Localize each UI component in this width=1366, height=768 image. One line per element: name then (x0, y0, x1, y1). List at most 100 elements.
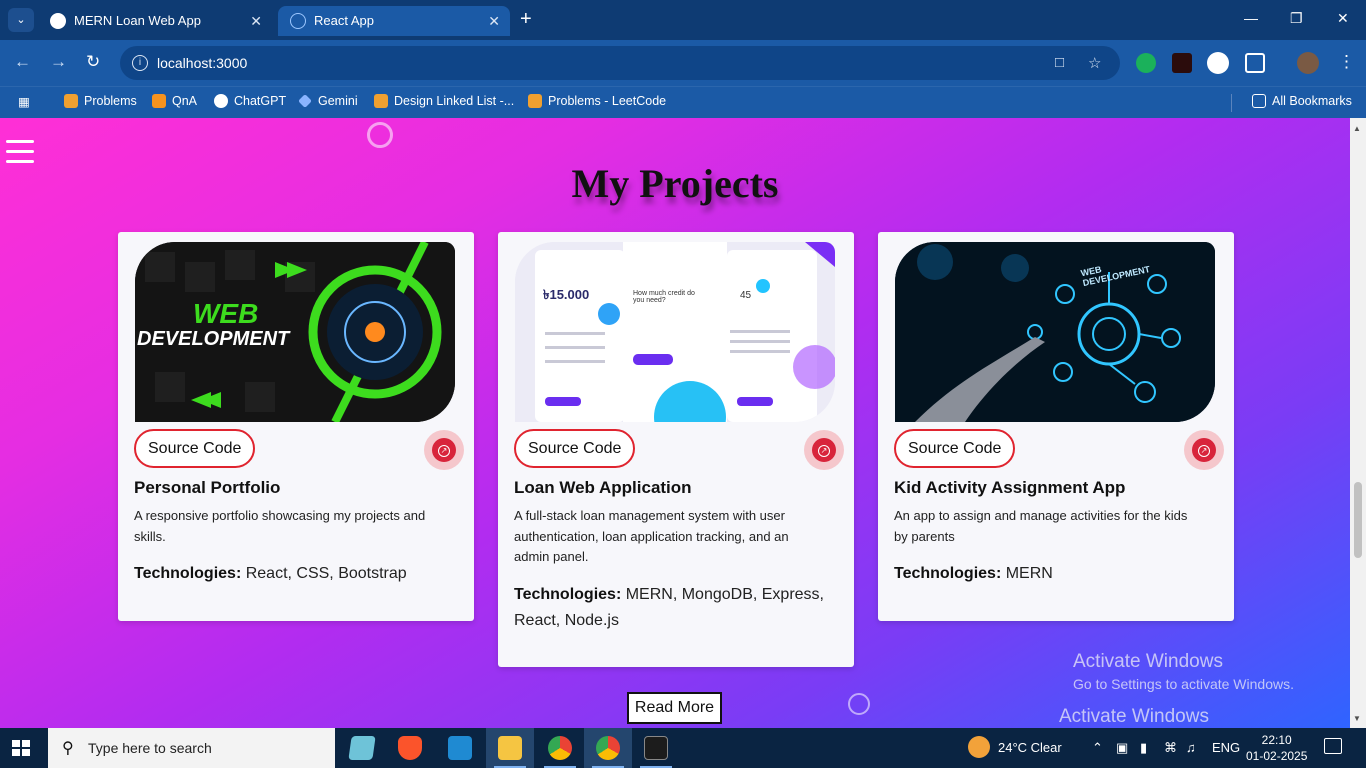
scrollbar-thumb[interactable] (1354, 482, 1362, 558)
activate-windows-watermark-sub: Go to Settings to activate Windows. (1073, 676, 1294, 692)
read-more-button[interactable]: Read More (627, 692, 722, 724)
project-description: An app to assign and manage activities f… (894, 508, 1188, 544)
site-info-icon[interactable]: i (132, 55, 148, 71)
extension-ai-icon[interactable] (1172, 53, 1192, 73)
image-caption: 45 (740, 290, 752, 301)
vscode-icon (448, 736, 472, 760)
search-icon: ⚲ (62, 740, 74, 757)
open-link-button[interactable]: ↗ (804, 430, 844, 470)
chrome-icon (548, 736, 572, 760)
url-text[interactable]: localhost:3000 (157, 55, 247, 71)
taskbar-app-brave[interactable] (386, 728, 434, 768)
github-favicon-icon (50, 13, 66, 29)
bookmark-chatgpt[interactable]: ChatGPT (214, 94, 286, 108)
clock-date: 01-02-2025 (1246, 749, 1308, 763)
taskbar-app-files[interactable] (338, 728, 386, 768)
image-caption: DEVELOPMENT (137, 328, 290, 350)
folder-icon (498, 736, 522, 760)
scroll-up-arrow-icon[interactable]: ▲ (1353, 124, 1361, 133)
app-icon (348, 736, 376, 760)
project-card-kid-activity: WEB DEVELOPMENT Source Code ↗ Kid Activi… (878, 232, 1234, 621)
leetcode-icon (528, 94, 542, 108)
browser-tab-bar: ⌄ MERN Loan Web App ✕ React App ✕ + — ❐ … (0, 0, 1366, 40)
clock-time: 22:10 (1261, 733, 1292, 747)
bookmark-problems[interactable]: Problems (64, 94, 137, 108)
gemini-icon (298, 94, 312, 108)
project-title: Loan Web Application (514, 478, 692, 497)
project-card-portfolio: WEB DEVELOPMENT Source Code ↗ Personal P… (118, 232, 474, 621)
activate-windows-watermark: Activate Windows (1073, 651, 1223, 672)
page-scrollbar[interactable]: ▲ ▼ (1350, 118, 1366, 728)
project-image: WEB DEVELOPMENT (135, 242, 455, 422)
brave-icon (398, 736, 422, 760)
bookmark-star-icon[interactable]: ☆ (1088, 54, 1101, 72)
windows-start-icon[interactable] (12, 740, 30, 756)
tab-title: MERN Loan Web App (74, 13, 201, 28)
project-description: A full-stack loan management system with… (514, 508, 789, 564)
show-hidden-icons-chevron-icon[interactable]: ⌃ (1092, 740, 1103, 756)
restore-icon[interactable]: ❐ (1290, 10, 1303, 27)
image-caption: ৳15.000 (543, 287, 590, 302)
close-tab-icon[interactable]: ✕ (488, 6, 500, 36)
volume-icon[interactable]: ♫ (1186, 740, 1196, 755)
back-arrow-icon[interactable]: ← (14, 52, 31, 72)
bookmark-problems-leetcode[interactable]: Problems - LeetCode (528, 94, 666, 108)
profile-avatar[interactable] (1297, 52, 1319, 74)
chrome-icon (596, 736, 620, 760)
scroll-down-arrow-icon[interactable]: ▼ (1353, 714, 1361, 723)
source-code-button[interactable]: Source Code (514, 429, 636, 468)
wifi-icon[interactable]: ⌘ (1164, 740, 1177, 756)
notification-center-icon[interactable] (1324, 738, 1342, 754)
source-code-button[interactable]: Source Code (134, 429, 256, 468)
forward-arrow-icon[interactable]: → (50, 52, 67, 72)
image-caption: How much credit do you need? (633, 290, 695, 304)
reload-icon[interactable]: ↻ (86, 52, 100, 72)
window-close-icon[interactable]: ✕ (1337, 10, 1349, 27)
weather-icon[interactable] (968, 736, 990, 758)
apps-grid-icon[interactable]: ▦ (18, 94, 30, 109)
taskbar-app-vscode[interactable] (436, 728, 484, 768)
leetcode-icon (64, 94, 78, 108)
system-clock[interactable]: 22:10 01-02-2025 (1246, 732, 1307, 764)
folder-icon (1252, 94, 1266, 108)
close-tab-icon[interactable]: ✕ (250, 6, 262, 36)
divider (1231, 94, 1232, 112)
terminal-icon (644, 736, 668, 760)
bookmark-gemini[interactable]: Gemini (298, 94, 358, 108)
weather-text[interactable]: 24°C Clear (998, 740, 1062, 755)
taskbar-app-chrome-profile[interactable] (584, 728, 632, 768)
all-bookmarks[interactable]: All Bookmarks (1252, 94, 1352, 108)
install-app-icon[interactable]: □ (1055, 54, 1064, 71)
external-link-arrow-icon: ↗ (438, 445, 450, 457)
react-favicon-icon (290, 13, 306, 29)
open-link-button[interactable]: ↗ (424, 430, 464, 470)
taskbar-app-terminal[interactable] (632, 728, 680, 768)
tab-react-app[interactable]: React App ✕ (278, 6, 510, 36)
menu-kebab-icon[interactable]: ⋮ (1338, 52, 1355, 72)
extension-grammar-icon[interactable] (1136, 53, 1156, 73)
language-indicator[interactable]: ENG (1212, 740, 1240, 755)
battery-icon[interactable]: ▮ (1140, 740, 1147, 756)
taskbar-app-file-explorer[interactable] (486, 728, 534, 768)
tab-search-chevron-icon[interactable]: ⌄ (8, 8, 34, 32)
extension-darkmode-icon[interactable] (1207, 52, 1229, 74)
taskbar-search-box[interactable]: ⚲ Type here to search (48, 728, 335, 768)
bookmark-design-linked-list[interactable]: Design Linked List -... (374, 94, 514, 108)
source-code-button[interactable]: Source Code (894, 429, 1016, 468)
project-title: Kid Activity Assignment App (894, 478, 1126, 497)
minimize-icon[interactable]: — (1244, 10, 1258, 26)
decorative-ring (367, 122, 393, 148)
page-viewport: My Projects WEB DEVELOPMENT Source Code (0, 118, 1350, 728)
bookmark-qna[interactable]: QnA (152, 94, 197, 108)
taskbar-app-chrome[interactable] (536, 728, 584, 768)
open-link-button[interactable]: ↗ (1184, 430, 1224, 470)
project-card-loan: ৳15.000 How much credit do you need? 45 … (498, 232, 854, 667)
address-bar[interactable]: i localhost:3000 □ ☆ (120, 46, 1120, 80)
external-link-arrow-icon: ↗ (1198, 445, 1210, 457)
new-tab-plus-icon[interactable]: + (520, 8, 532, 31)
extensions-puzzle-icon[interactable] (1245, 53, 1265, 73)
project-image: ৳15.000 How much credit do you need? 45 (515, 242, 835, 422)
activate-windows-watermark: Activate Windows (1059, 706, 1209, 727)
camera-icon[interactable]: ▣ (1116, 740, 1128, 756)
tab-mern-loan[interactable]: MERN Loan Web App ✕ (38, 6, 272, 36)
